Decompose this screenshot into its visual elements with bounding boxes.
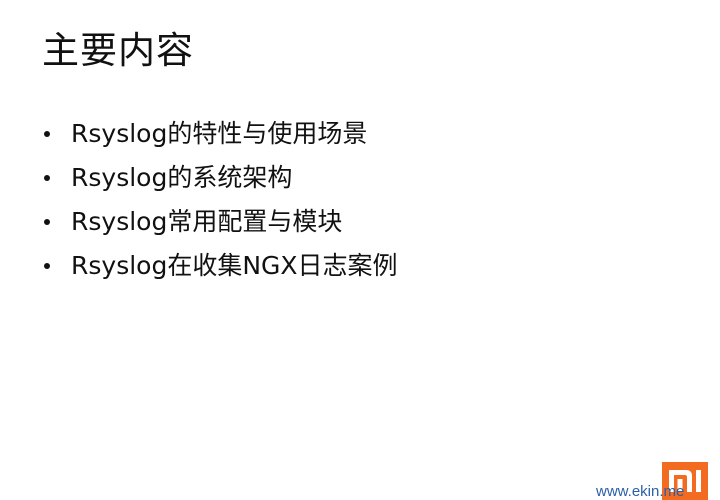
bullet-dot-icon bbox=[44, 175, 50, 181]
slide: 主要内容 Rsyslog的特性与使用场景 Rsyslog的系统架构 Rsyslo… bbox=[0, 0, 720, 500]
bullet-item: Rsyslog的特性与使用场景 bbox=[44, 112, 398, 156]
bullet-dot-icon bbox=[44, 219, 50, 225]
bullet-list: Rsyslog的特性与使用场景 Rsyslog的系统架构 Rsyslog常用配置… bbox=[44, 112, 398, 288]
bullet-item: Rsyslog常用配置与模块 bbox=[44, 200, 398, 244]
bullet-text: Rsyslog常用配置与模块 bbox=[71, 207, 343, 236]
bullet-dot-icon bbox=[44, 131, 50, 137]
bullet-text: Rsyslog的系统架构 bbox=[71, 163, 293, 192]
footer-url: www.ekin.me bbox=[596, 484, 685, 500]
bullet-text: Rsyslog在收集NGX日志案例 bbox=[71, 251, 398, 280]
bullet-dot-icon bbox=[44, 263, 50, 269]
slide-title: 主要内容 bbox=[42, 29, 194, 72]
bullet-text: Rsyslog的特性与使用场景 bbox=[71, 119, 368, 148]
bullet-item: Rsyslog的系统架构 bbox=[44, 156, 398, 200]
bullet-item: Rsyslog在收集NGX日志案例 bbox=[44, 244, 398, 288]
